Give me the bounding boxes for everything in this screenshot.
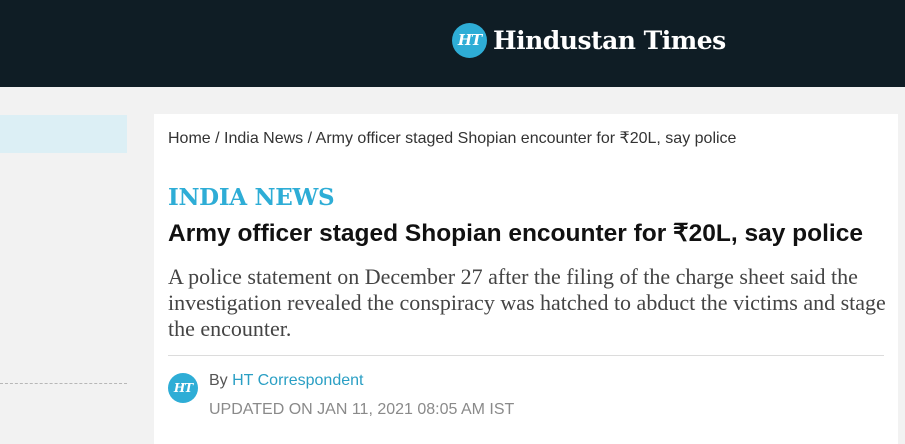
article-headline: Army officer staged Shopian encounter fo…: [168, 220, 863, 247]
article-summary: A police statement on December 27 after …: [168, 264, 886, 341]
breadcrumb: Home / India News / Army officer staged …: [168, 128, 888, 148]
breadcrumb-separator: /: [307, 130, 316, 147]
logo-wordmark: Hindustan Times: [493, 25, 726, 55]
breadcrumb-home-link[interactable]: Home: [168, 130, 211, 147]
ht-logo-icon: HT: [452, 22, 487, 58]
byline-prefix: By: [209, 372, 233, 389]
left-rail-highlight[interactable]: [0, 115, 127, 153]
section-label-link[interactable]: INDIA NEWS: [168, 184, 335, 211]
author-link[interactable]: HT Correspondent: [232, 372, 363, 389]
site-header: HT Hindustan Times: [0, 0, 905, 87]
byline: By HT Correspondent: [209, 372, 363, 390]
breadcrumb-separator: /: [215, 130, 225, 147]
breadcrumb-india-news-link[interactable]: India News: [224, 130, 303, 147]
updated-timestamp: UPDATED ON JAN 11, 2021 08:05 AM IST: [209, 401, 515, 418]
breadcrumb-current-page: Army officer staged Shopian encounter fo…: [315, 130, 737, 147]
article-card: Home / India News / Army officer staged …: [154, 114, 898, 444]
left-rail-divider: [0, 383, 127, 384]
site-logo[interactable]: HT Hindustan Times: [452, 22, 726, 58]
article-divider: [168, 355, 884, 356]
author-avatar-icon: HT: [168, 373, 198, 403]
